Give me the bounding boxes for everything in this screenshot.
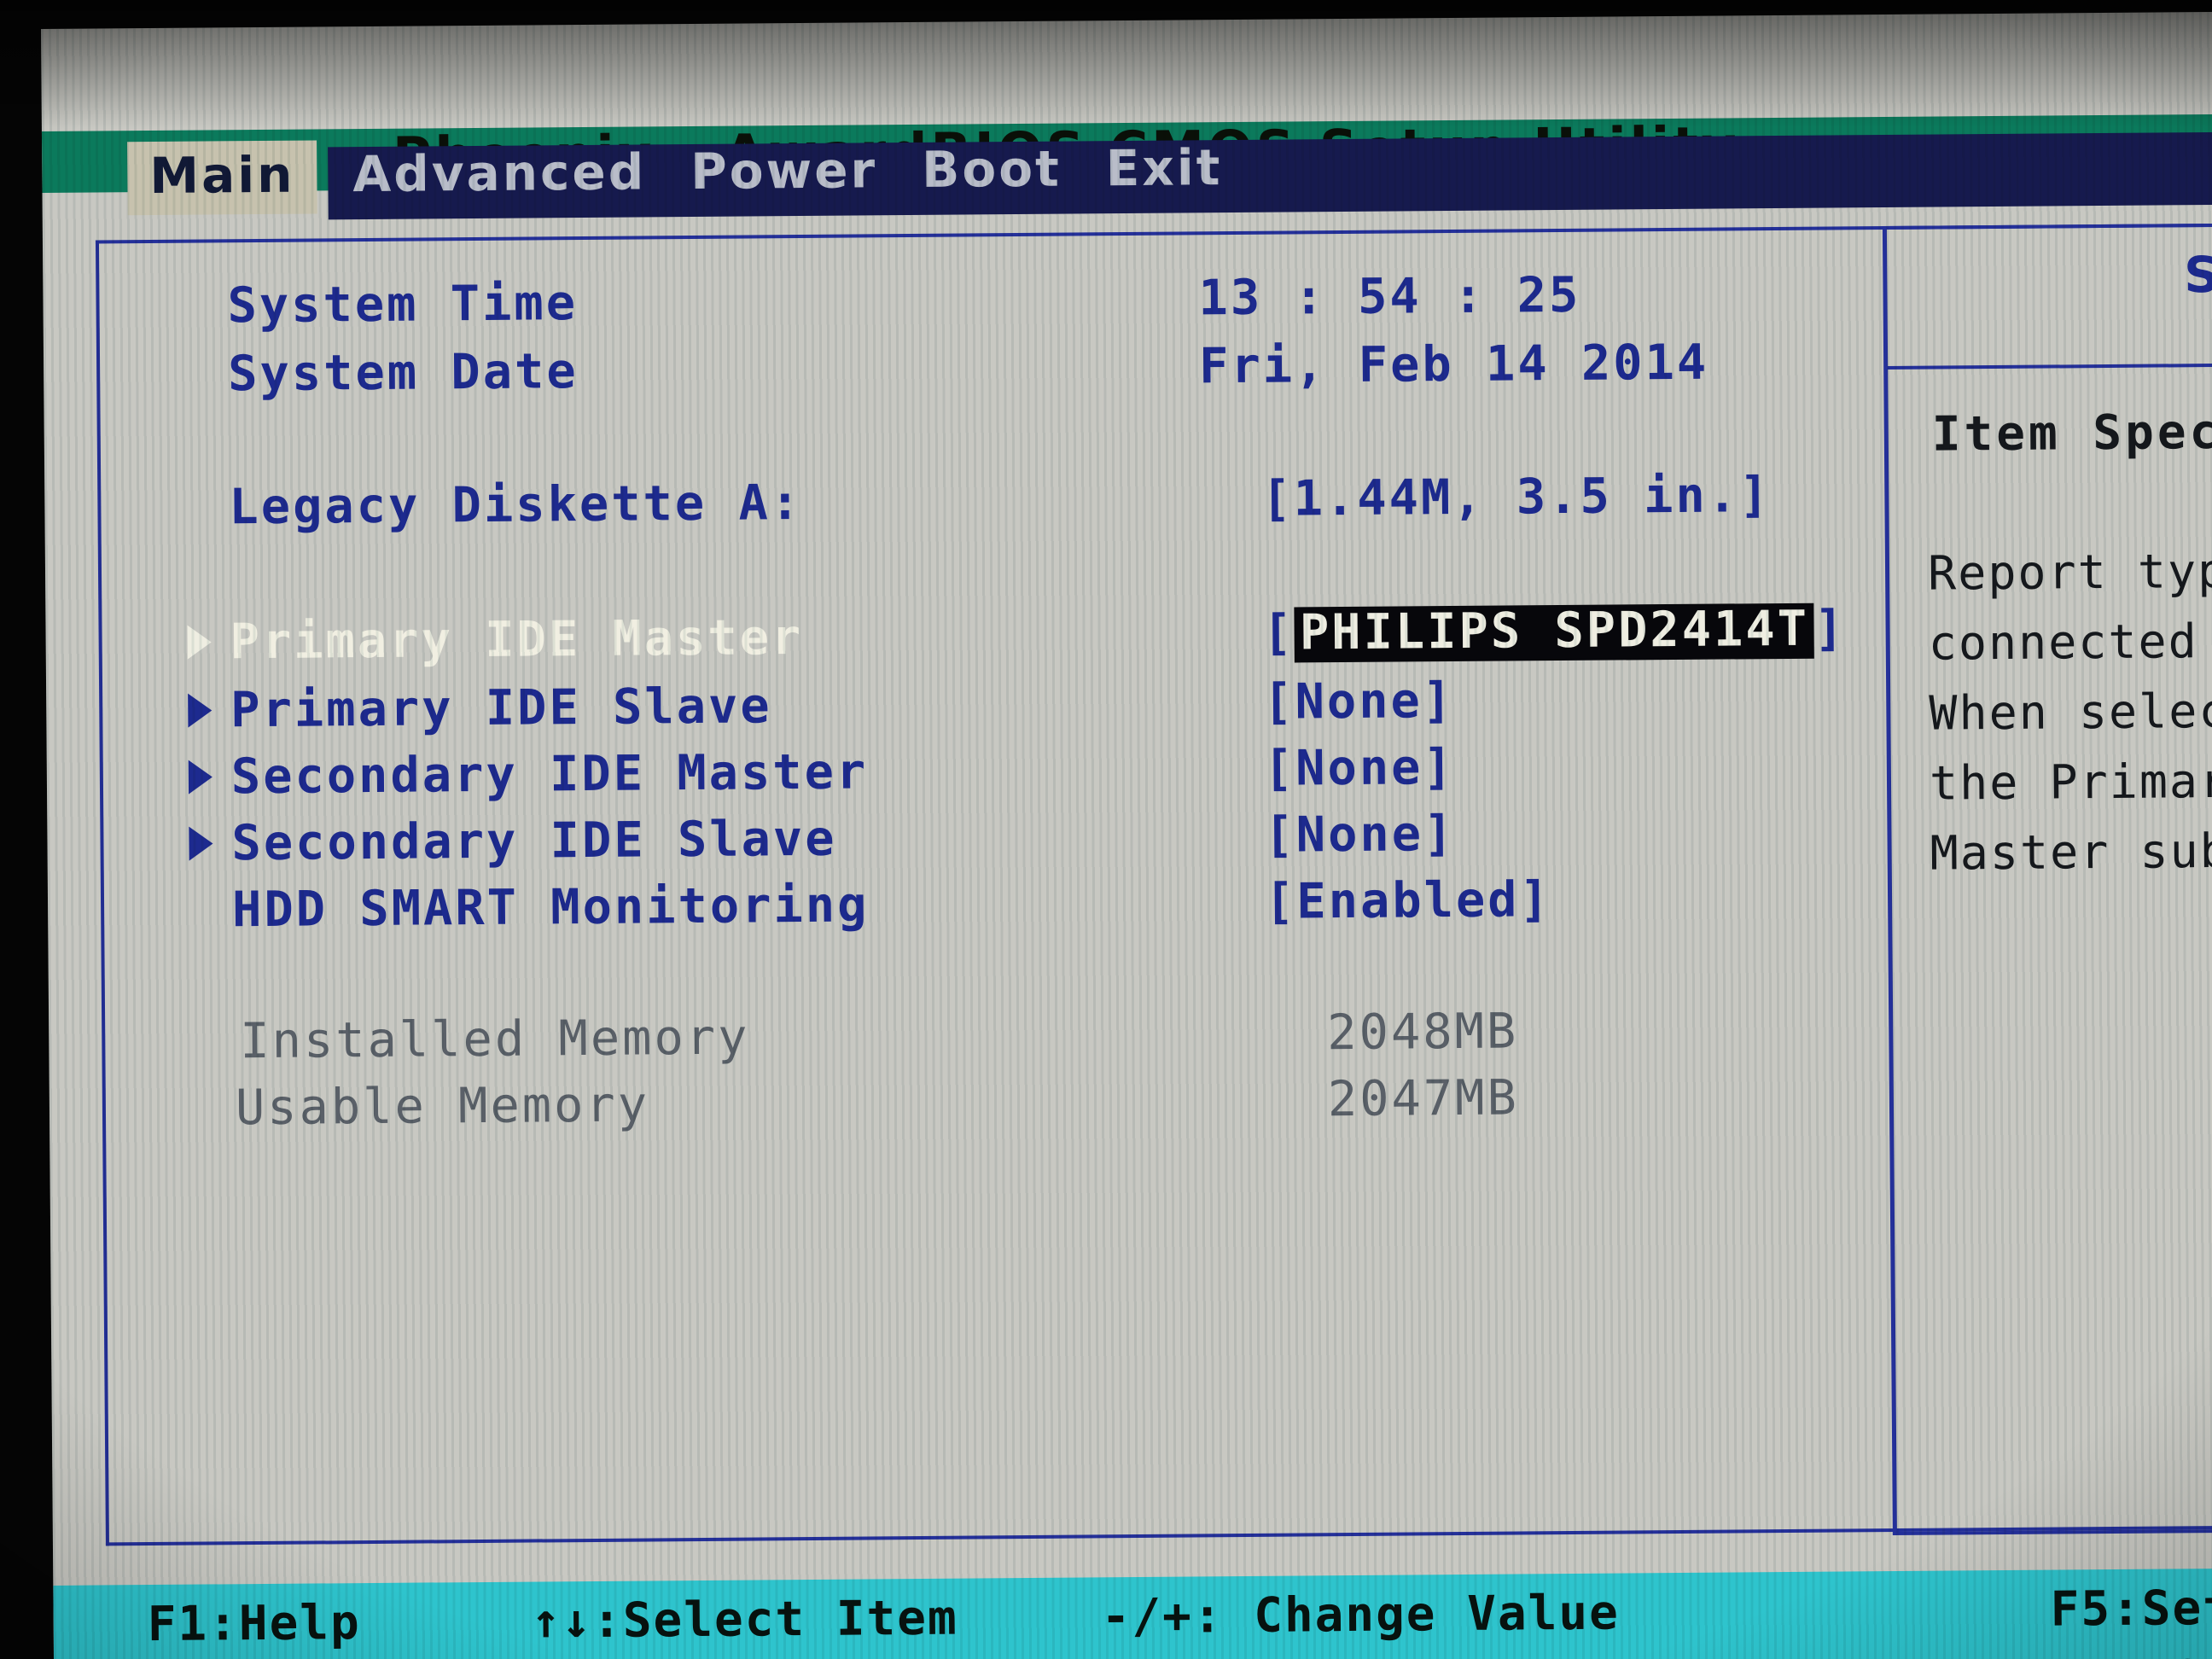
label-usable-memory: Usable Memory bbox=[235, 1076, 650, 1137]
value-primary-ide-master[interactable]: [PHILIPS SPD2414T] bbox=[1262, 600, 1847, 663]
status-bar-row-1: F1:Help ↑↓:Select Item -/+: Change Value… bbox=[53, 1580, 2212, 1654]
help-line: Master sub bbox=[1930, 823, 2212, 881]
value-secondary-ide-master[interactable]: [None] bbox=[1264, 739, 1455, 797]
row-installed-memory: Installed Memory 2048MB bbox=[105, 996, 1886, 1074]
label-secondary-ide-master: Secondary IDE Master bbox=[230, 743, 869, 806]
settings-list: System Time 13 : 54 : 25 System Date Fri… bbox=[99, 230, 1889, 1542]
value-primary-ide-master-text: PHILIPS SPD2414T bbox=[1294, 601, 1815, 663]
tab-advanced[interactable]: Advanced bbox=[330, 137, 669, 213]
tab-exit[interactable]: Exit bbox=[1083, 133, 1244, 207]
value-installed-memory: 2048MB bbox=[1327, 1003, 1519, 1062]
label-installed-memory: Installed Memory bbox=[240, 1009, 750, 1070]
value-system-date[interactable]: Fri, Feb 14 2014 bbox=[1199, 335, 1709, 395]
row-hdd-smart-monitoring[interactable]: HDD SMART Monitoring [Enabled] bbox=[104, 864, 1885, 943]
label-system-date: System Date bbox=[227, 343, 579, 403]
bios-screen: Phoenix - AwardBIOS CMOS Setup Utility M… bbox=[41, 11, 2212, 1659]
key-f1-help[interactable]: F1:Help bbox=[147, 1595, 361, 1652]
value-legacy-diskette-a[interactable]: [1.44M, 3.5 in.] bbox=[1261, 467, 1772, 527]
value-hdd-smart-monitoring[interactable]: [Enabled] bbox=[1265, 871, 1551, 930]
item-specific-help-pane: Se Item Speci Report typ connected When … bbox=[1900, 227, 2212, 1527]
row-system-time[interactable]: System Time 13 : 54 : 25 bbox=[99, 260, 1880, 339]
bracket-open: [ bbox=[1262, 604, 1295, 662]
status-bar: F1:Help ↑↓:Select Item -/+: Change Value… bbox=[53, 1568, 2212, 1659]
row-legacy-diskette-a[interactable]: Legacy Diskette A: [1.44M, 3.5 in.] bbox=[101, 462, 1882, 540]
bracket-close: ] bbox=[1813, 600, 1847, 657]
label-secondary-ide-slave: Secondary IDE Slave bbox=[231, 810, 837, 872]
submenu-arrow-icon bbox=[187, 625, 212, 660]
submenu-arrow-icon bbox=[188, 693, 212, 728]
row-secondary-ide-slave[interactable]: Secondary IDE Slave [None] bbox=[103, 798, 1884, 876]
menu-tabs: Main Advanced Power Boot Exit bbox=[42, 119, 2212, 222]
label-primary-ide-slave: Primary IDE Slave bbox=[230, 678, 772, 739]
row-usable-memory: Usable Memory 2047MB bbox=[106, 1062, 1887, 1141]
tab-boot[interactable]: Boot bbox=[899, 134, 1084, 209]
value-secondary-ide-slave[interactable]: [None] bbox=[1264, 806, 1455, 864]
help-line: When selec bbox=[1929, 683, 2212, 741]
row-primary-ide-master[interactable]: Primary IDE Master [PHILIPS SPD2414T] bbox=[102, 597, 1883, 675]
value-system-time[interactable]: 13 : 54 : 25 bbox=[1198, 267, 1580, 327]
key-f10-save[interactable]: F10:Sa bbox=[2051, 1650, 2212, 1659]
help-line: connected bbox=[1928, 614, 2198, 671]
submenu-arrow-icon bbox=[188, 760, 213, 795]
row-secondary-ide-master[interactable]: Secondary IDE Master [None] bbox=[103, 731, 1884, 810]
key-enter-submenu[interactable]: Enter: Select SubMenu bbox=[1102, 1654, 1743, 1659]
row-primary-ide-slave[interactable]: Primary IDE Slave [None] bbox=[102, 665, 1883, 743]
select-menu-header: Se bbox=[2183, 245, 2212, 305]
key-change-value[interactable]: -/+: Change Value bbox=[1101, 1586, 1620, 1645]
crt-photo: Phoenix - AwardBIOS CMOS Setup Utility M… bbox=[0, 0, 2212, 1659]
label-system-time: System Time bbox=[227, 275, 579, 335]
submenu-arrow-icon bbox=[189, 826, 213, 861]
tab-power[interactable]: Power bbox=[668, 136, 900, 211]
help-title: Item Speci bbox=[1931, 404, 2212, 463]
row-system-date[interactable]: System Date Fri, Feb 14 2014 bbox=[100, 329, 1881, 407]
label-legacy-diskette-a: Legacy Diskette A: bbox=[229, 474, 803, 536]
label-primary-ide-master: Primary IDE Master bbox=[230, 609, 804, 671]
label-hdd-smart-monitoring: HDD SMART Monitoring bbox=[231, 876, 870, 939]
help-line: Report typ bbox=[1927, 543, 2212, 601]
key-f5-setup[interactable]: F5:Setu bbox=[2050, 1580, 2212, 1638]
value-primary-ide-slave[interactable]: [None] bbox=[1263, 672, 1454, 731]
help-text: Report typ connected When selec the Prim… bbox=[1928, 533, 2212, 888]
key-select-item[interactable]: ↑↓:Select Item bbox=[531, 1591, 958, 1650]
help-line: the Primar bbox=[1929, 753, 2212, 811]
status-bar-row-2: ESC:Exit →←:Select Menu Enter: Select Su… bbox=[54, 1650, 2212, 1659]
tab-main[interactable]: Main bbox=[127, 140, 317, 216]
value-usable-memory: 2047MB bbox=[1327, 1069, 1520, 1128]
